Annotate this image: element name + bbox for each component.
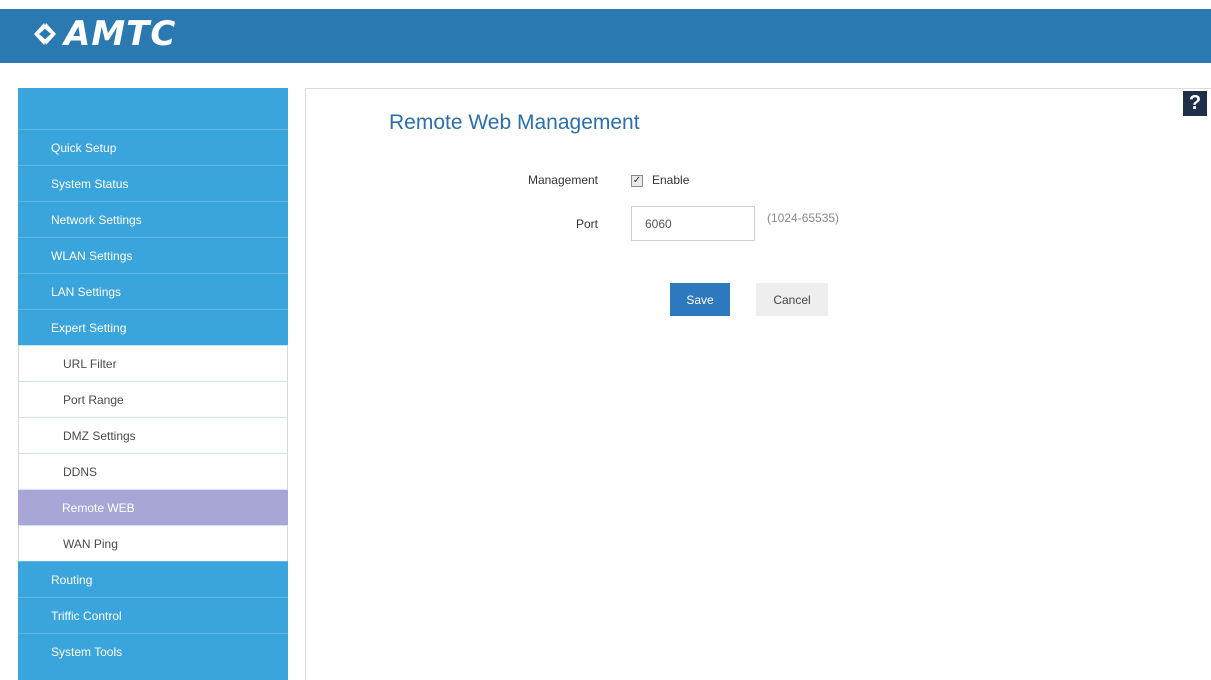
port-label: Port [575, 217, 598, 231]
port-range-hint: (1024-65535) [767, 211, 840, 225]
sidebar-header [18, 88, 288, 129]
content-panel [305, 88, 1211, 680]
sidebar-subitem-ddns[interactable]: DDNS [18, 453, 288, 489]
save-button[interactable]: Save [670, 283, 730, 316]
sidebar-nav: Quick Setup System Status Network Settin… [18, 88, 288, 680]
brand-logo: AMTC [30, 14, 176, 54]
top-banner: AMTC [0, 0, 1211, 63]
sidebar-item-quick-setup[interactable]: Quick Setup [18, 129, 288, 165]
page-title: Remote Web Management [389, 111, 640, 134]
sidebar-item-system-status[interactable]: System Status [18, 165, 288, 201]
sidebar-item-network-settings[interactable]: Network Settings [18, 201, 288, 237]
sidebar-item-system-tools[interactable]: System Tools [18, 633, 288, 669]
sidebar-item-expert-setting[interactable]: Expert Setting [18, 309, 288, 345]
management-label: Management [527, 173, 598, 187]
enable-checkbox[interactable]: ✓ [631, 175, 643, 187]
port-input[interactable] [631, 206, 755, 241]
brand-name: AMTC [64, 14, 177, 54]
top-strip [0, 0, 1211, 9]
sidebar-subitem-remote-web[interactable]: Remote WEB [18, 489, 288, 525]
sidebar-item-routing[interactable]: Routing [18, 561, 288, 597]
sidebar-item-wlan-settings[interactable]: WLAN Settings [18, 237, 288, 273]
sidebar-item-lan-settings[interactable]: LAN Settings [18, 273, 288, 309]
sidebar-subitem-wan-ping[interactable]: WAN Ping [18, 525, 288, 561]
checkmark-icon: ✓ [632, 175, 642, 186]
sidebar-subitem-port-range[interactable]: Port Range [18, 381, 288, 417]
sidebar-item-traffic-control[interactable]: Triffic Control [18, 597, 288, 633]
logo-emblem-icon [34, 23, 56, 45]
sidebar-subitem-url-filter[interactable]: URL Filter [18, 345, 288, 381]
enable-label[interactable]: Enable [652, 173, 689, 187]
cancel-button[interactable]: Cancel [756, 283, 828, 316]
sidebar-subitem-dmz-settings[interactable]: DMZ Settings [18, 417, 288, 453]
